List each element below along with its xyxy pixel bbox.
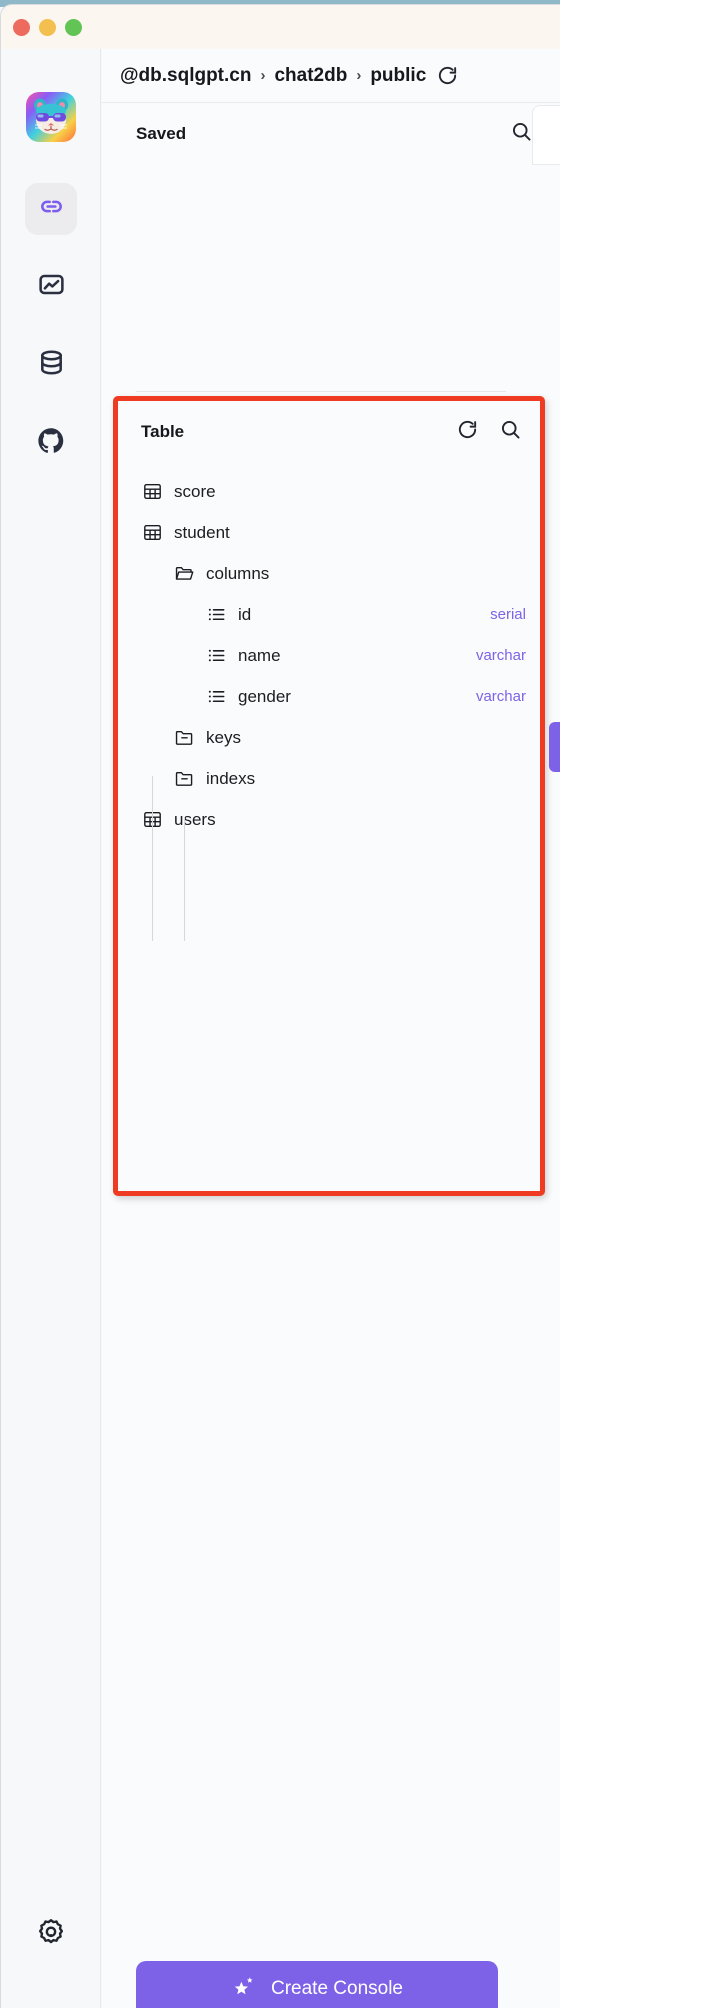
main-content: @db.sqlgpt.cn › chat2db › public Saved T… bbox=[102, 49, 560, 2008]
chart-icon bbox=[37, 270, 66, 304]
breadcrumb-item-schema[interactable]: public bbox=[370, 65, 426, 87]
table-panel: Table score student columns id serial na… bbox=[113, 396, 545, 1196]
chevron-right-icon: › bbox=[356, 67, 362, 84]
tree-item-label: id bbox=[238, 604, 252, 624]
table-tree: score student columns id serial name var… bbox=[118, 463, 540, 840]
link-icon bbox=[37, 192, 66, 226]
sidebar-item-settings[interactable] bbox=[25, 1908, 77, 1960]
tree-item-label: columns bbox=[206, 563, 270, 583]
saved-panel-title: Saved bbox=[136, 124, 187, 143]
editor-side-tab[interactable] bbox=[549, 722, 560, 772]
breadcrumb-item-host[interactable]: @db.sqlgpt.cn bbox=[120, 65, 251, 87]
tree-item-name[interactable]: name varchar bbox=[118, 635, 540, 676]
tree-item-label: score bbox=[174, 481, 216, 501]
breadcrumb-item-database[interactable]: chat2db bbox=[274, 65, 347, 87]
folder-closed-icon bbox=[173, 727, 195, 749]
breadcrumb-refresh-button[interactable] bbox=[436, 64, 459, 87]
list-icon bbox=[205, 604, 227, 626]
sidebar-item-dashboard[interactable] bbox=[25, 261, 77, 313]
saved-panel-divider bbox=[136, 391, 506, 392]
tree-item-datatype: varchar bbox=[475, 688, 526, 705]
tree-item-id[interactable]: id serial bbox=[118, 594, 540, 635]
breadcrumb: @db.sqlgpt.cn › chat2db › public bbox=[102, 49, 560, 103]
saved-search-button[interactable] bbox=[510, 120, 533, 148]
window-body: @db.sqlgpt.cn › chat2db › public Saved T… bbox=[0, 4, 560, 2008]
app-logo[interactable] bbox=[26, 92, 76, 142]
titlebar bbox=[1, 5, 560, 49]
sidebar-item-connections[interactable] bbox=[25, 183, 77, 235]
table-icon bbox=[141, 481, 163, 503]
saved-panel: Saved bbox=[102, 103, 560, 392]
tree-item-label: keys bbox=[206, 727, 241, 747]
magic-star-icon bbox=[231, 1974, 257, 2005]
create-console-button[interactable]: Create Console bbox=[136, 1961, 498, 2008]
tree-item-datatype: serial bbox=[490, 606, 526, 623]
github-icon bbox=[36, 426, 66, 461]
minimize-button[interactable] bbox=[39, 18, 56, 36]
folder-open-icon bbox=[173, 563, 195, 585]
tree-item-label: student bbox=[174, 522, 230, 542]
tree-item-keys[interactable]: keys bbox=[118, 717, 540, 758]
application-window: @db.sqlgpt.cn › chat2db › public Saved T… bbox=[0, 0, 718, 2008]
tree-item-label: users bbox=[174, 809, 216, 829]
table-refresh-button[interactable] bbox=[456, 418, 479, 446]
tree-item-score[interactable]: score bbox=[118, 471, 540, 512]
tree-item-label: gender bbox=[238, 686, 291, 706]
footer-bar: Create Console bbox=[102, 1889, 560, 2008]
tree-item-student[interactable]: student bbox=[118, 512, 540, 553]
tree-item-users[interactable]: users bbox=[118, 799, 540, 840]
tree-item-columns[interactable]: columns bbox=[118, 553, 540, 594]
table-search-button[interactable] bbox=[499, 418, 522, 446]
database-icon bbox=[37, 348, 66, 382]
folder-closed-icon bbox=[173, 768, 195, 790]
saved-panel-header: Saved bbox=[102, 103, 560, 165]
create-console-label: Create Console bbox=[270, 1978, 404, 1999]
table-panel-title: Table bbox=[141, 422, 185, 441]
tree-item-gender[interactable]: gender varchar bbox=[118, 676, 540, 717]
tree-item-label: indexs bbox=[206, 768, 256, 788]
tree-item-indexs[interactable]: indexs bbox=[118, 758, 540, 799]
sidebar-item-database[interactable] bbox=[25, 339, 77, 391]
close-button[interactable] bbox=[13, 18, 30, 36]
maximize-button[interactable] bbox=[65, 18, 82, 36]
icon-sidebar bbox=[1, 49, 101, 2008]
list-icon bbox=[205, 645, 227, 667]
editor-panel-peek bbox=[532, 105, 560, 165]
tree-item-label: name bbox=[238, 645, 281, 665]
table-panel-header: Table bbox=[118, 401, 540, 463]
tree-indent-guide bbox=[184, 817, 185, 941]
list-icon bbox=[205, 686, 227, 708]
tree-indent-guide bbox=[152, 776, 153, 941]
desktop-right-gutter bbox=[560, 0, 718, 2008]
tree-item-datatype: varchar bbox=[475, 647, 526, 664]
chevron-right-icon: › bbox=[260, 67, 266, 84]
gear-icon bbox=[36, 1917, 66, 1952]
sidebar-item-github[interactable] bbox=[25, 417, 77, 469]
table-icon bbox=[141, 522, 163, 544]
